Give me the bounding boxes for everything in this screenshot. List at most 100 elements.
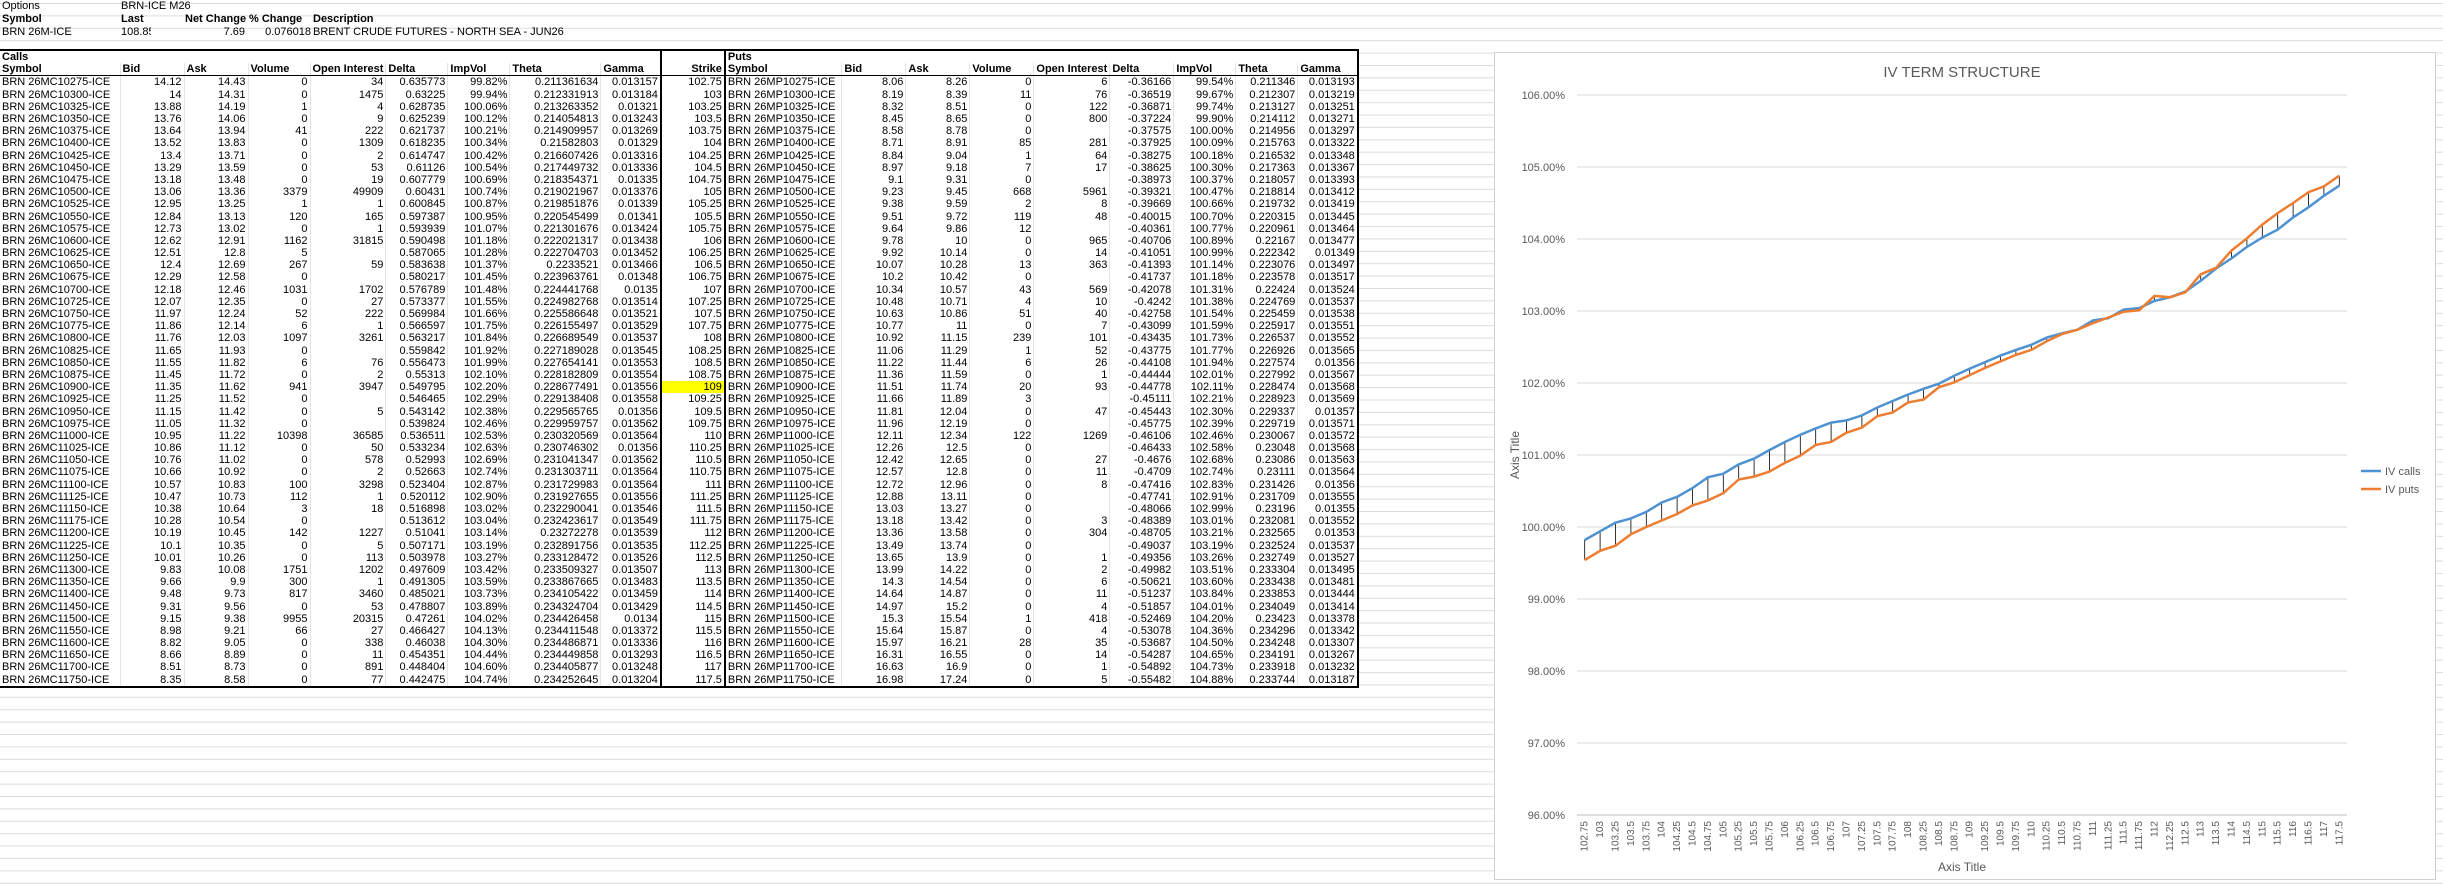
call-cell: 11.62 bbox=[184, 381, 249, 394]
put-cell: 11.15 bbox=[905, 332, 971, 345]
table-row[interactable]: BRN 26MC11450-ICE 9.31 9.56 0 53 0.478807 103.… bbox=[0, 600, 1359, 613]
strike-cell: 116 bbox=[659, 637, 726, 650]
call-cell: 101.55% bbox=[447, 295, 511, 308]
table-row[interactable]: BRN 26MC11400-ICE 9.48 9.73 817 3460 0.485021… bbox=[0, 588, 1359, 601]
put-cell: 0.222342 bbox=[1235, 247, 1299, 260]
table-row[interactable]: BRN 26MC11550-ICE 8.98 9.21 66 27 0.466427 104… bbox=[0, 624, 1359, 637]
put-cell: 102.30% bbox=[1173, 405, 1237, 418]
table-row[interactable]: BRN 26MC11125-ICE 10.47 10.73 112 1 0.520112 1… bbox=[0, 490, 1359, 503]
table-row[interactable]: BRN 26MC10525-ICE 12.95 13.25 1 1 0.600845 100… bbox=[0, 198, 1359, 211]
table-row[interactable]: BRN 26MC10425-ICE 13.4 13.71 0 2 0.614747 100.… bbox=[0, 149, 1359, 162]
table-row[interactable]: BRN 26MC11700-ICE 8.51 8.73 0 891 0.448404 104… bbox=[0, 661, 1359, 674]
table-row[interactable]: BRN 26MC10775-ICE 11.86 12.14 6 1 0.566597 101… bbox=[0, 320, 1359, 333]
table-row[interactable]: BRN 26MC10625-ICE 12.51 12.8 5 0.587065 101.2… bbox=[0, 247, 1359, 260]
call-cell: 13.02 bbox=[184, 222, 249, 235]
table-row[interactable]: BRN 26MC10575-ICE 12.73 13.02 0 1 0.593939 101… bbox=[0, 222, 1359, 235]
table-row[interactable]: BRN 26MC10925-ICE 11.25 11.52 0 0.546465 102.… bbox=[0, 393, 1359, 406]
table-row[interactable]: BRN 26MC10675-ICE 12.29 12.58 0 0.580217 101.… bbox=[0, 271, 1359, 284]
call-cell: 10.19 bbox=[120, 527, 185, 540]
iv-term-structure-chart[interactable]: IV TERM STRUCTURE 96.00% 97.00% 98.00% 99.00… bbox=[1494, 52, 2436, 880]
table-row[interactable]: BRN 26MC11200-ICE 10.19 10.45 142 1227 0.5104… bbox=[0, 527, 1359, 540]
table-row[interactable]: BRN 26MC10800-ICE 11.76 12.03 1097 3261 0.563… bbox=[0, 332, 1359, 345]
table-row[interactable]: BRN 26MC10475-ICE 13.18 13.48 0 19 0.607779 10… bbox=[0, 173, 1359, 187]
table-row[interactable]: BRN 26MC10350-ICE 13.76 14.06 0 9 0.625239 100… bbox=[0, 112, 1359, 126]
table-row[interactable]: BRN 26MC11750-ICE 8.35 8.58 0 77 0.442475 104.… bbox=[0, 673, 1359, 688]
table-row[interactable]: BRN 26MC11250-ICE 10.01 10.26 0 113 0.503978 1… bbox=[0, 551, 1359, 564]
table-row[interactable]: BRN 26MC10975-ICE 11.05 11.32 0 0.539824 102.… bbox=[0, 417, 1359, 430]
call-cell: 0.227189028 bbox=[509, 344, 602, 357]
call-cell: 9.05 bbox=[184, 637, 249, 650]
put-cell: 11.74 bbox=[905, 381, 971, 394]
table-row[interactable]: BRN 26MC11175-ICE 10.28 10.54 0 0.513612 103.… bbox=[0, 515, 1359, 528]
put-cell: 14.87 bbox=[905, 588, 971, 601]
table-row[interactable]: BRN 26MC10900-ICE 11.35 11.62 941 3947 0.5497… bbox=[0, 381, 1359, 394]
put-cell: 8 bbox=[1033, 198, 1111, 211]
call-cell: 0.219851876 bbox=[509, 198, 602, 211]
call-cell: 0.21582803 bbox=[509, 137, 602, 150]
table-row[interactable]: BRN 26MC10850-ICE 11.55 11.82 6 76 0.556473 10… bbox=[0, 356, 1359, 369]
table-row[interactable]: BRN 26MC10400-ICE 13.52 13.83 0 1309 0.618235… bbox=[0, 137, 1359, 150]
put-header-theta: Theta bbox=[1235, 63, 1299, 77]
table-row[interactable]: BRN 26MC11350-ICE 9.66 9.9 300 1 0.491305 103.… bbox=[0, 576, 1359, 589]
call-cell: 0.231729983 bbox=[509, 478, 602, 491]
table-row[interactable]: BRN 26MC11075-ICE 10.66 10.92 0 2 0.52663 102.… bbox=[0, 466, 1359, 479]
table-row[interactable]: BRN 26MC10725-ICE 12.07 12.35 0 27 0.573377 10… bbox=[0, 295, 1359, 308]
call-cell: 0 bbox=[248, 149, 311, 162]
table-row[interactable]: BRN 26MC11225-ICE 10.1 10.35 0 5 0.507171 103.… bbox=[0, 539, 1359, 552]
table-row[interactable]: BRN 26MC11650-ICE 8.66 8.89 0 11 0.454351 104.… bbox=[0, 649, 1359, 662]
call-cell: 20315 bbox=[310, 612, 387, 625]
table-row[interactable]: BRN 26MC11300-ICE 9.83 10.08 1751 1202 0.4976… bbox=[0, 563, 1359, 577]
x-tick-label: 113.5 bbox=[2211, 821, 2222, 846]
table-row[interactable]: BRN 26MC10700-ICE 12.18 12.46 1031 1702 0.576… bbox=[0, 283, 1359, 296]
table-row[interactable]: BRN 26MC10500-ICE 13.06 13.36 3379 49909 0.60… bbox=[0, 186, 1359, 199]
call-cell: 11.12 bbox=[184, 442, 249, 455]
put-cell: 0.23423 bbox=[1235, 612, 1299, 625]
call-cell: 11.86 bbox=[120, 320, 185, 333]
table-row[interactable]: BRN 26MC10550-ICE 12.84 13.13 120 165 0.59738… bbox=[0, 210, 1359, 223]
call-cell: 578 bbox=[310, 454, 387, 467]
table-row[interactable]: BRN 26MC10375-ICE 13.64 13.94 41 222 0.621737… bbox=[0, 125, 1359, 138]
put-cell: -0.48389 bbox=[1109, 515, 1175, 528]
call-cell: 0.233128472 bbox=[509, 551, 602, 564]
table-row[interactable]: BRN 26MC10650-ICE 12.4 12.69 267 59 0.583638 1… bbox=[0, 259, 1359, 272]
put-cell: -0.47741 bbox=[1109, 490, 1175, 503]
table-row[interactable]: BRN 26MC11600-ICE 8.82 9.05 0 338 0.46038 104.… bbox=[0, 637, 1359, 650]
table-row[interactable]: BRN 26MC11050-ICE 10.76 11.02 0 578 0.52993 10… bbox=[0, 454, 1359, 467]
call-cell: BRN 26MC11175-ICE bbox=[0, 515, 121, 528]
call-cell: 102.90% bbox=[447, 490, 511, 503]
call-cell: 12.14 bbox=[184, 320, 249, 333]
put-cell: 28 bbox=[969, 637, 1035, 650]
put-cell: 102.39% bbox=[1173, 417, 1237, 430]
call-cell: 0.229959757 bbox=[509, 417, 602, 430]
put-cell: 15.54 bbox=[905, 612, 971, 625]
table-row[interactable]: BRN 26MC10950-ICE 11.15 11.42 0 5 0.543142 102… bbox=[0, 405, 1359, 418]
put-header-impvol: ImpVol bbox=[1173, 63, 1237, 77]
table-row[interactable]: BRN 26MC11000-ICE 10.95 11.22 10398 36585 0.5… bbox=[0, 429, 1359, 442]
call-cell: 0.618235 bbox=[385, 137, 449, 150]
table-row[interactable]: BRN 26MC10275-ICE 14.12 14.43 0 34 0.635773 99… bbox=[0, 75, 1359, 89]
table-row[interactable]: BRN 26MC10600-ICE 12.62 12.91 1162 31815 0.59… bbox=[0, 234, 1359, 247]
x-tick-label: 117 bbox=[2319, 821, 2330, 837]
put-cell: 122 bbox=[1033, 100, 1111, 113]
call-cell: 13.76 bbox=[120, 112, 185, 126]
call-cell: 9.66 bbox=[120, 576, 185, 589]
call-cell: BRN 26MC10525-ICE bbox=[0, 198, 121, 211]
table-row[interactable]: BRN 26MC10325-ICE 13.88 14.19 1 4 0.628735 100… bbox=[0, 100, 1359, 113]
table-row[interactable]: BRN 26MC10825-ICE 11.65 11.93 0 0.559842 101.… bbox=[0, 344, 1359, 357]
put-cell: 0.233918 bbox=[1235, 661, 1299, 674]
table-row[interactable]: BRN 26MC10450-ICE 13.29 13.59 0 53 0.61126 100… bbox=[0, 161, 1359, 174]
call-cell: 10.76 bbox=[120, 454, 185, 467]
put-cell: 13 bbox=[969, 259, 1035, 272]
table-row[interactable]: BRN 26MC11100-ICE 10.57 10.83 100 3298 0.5234… bbox=[0, 478, 1359, 491]
table-row[interactable]: BRN 26MC11150-ICE 10.38 10.64 3 18 0.516898 10… bbox=[0, 502, 1359, 516]
table-row[interactable]: BRN 26MC10300-ICE 14 14.31 0 1475 0.63225 99.9… bbox=[0, 88, 1359, 101]
puts-title: Puts bbox=[724, 48, 1359, 64]
table-row[interactable]: BRN 26MC11025-ICE 10.86 11.12 0 50 0.533234 10… bbox=[0, 442, 1359, 455]
table-row[interactable]: BRN 26MC10750-ICE 11.97 12.24 52 222 0.569984… bbox=[0, 307, 1359, 321]
table-row[interactable]: BRN 26MC11500-ICE 9.15 9.38 9955 20315 0.4726… bbox=[0, 612, 1359, 625]
put-cell: 0 bbox=[969, 515, 1035, 528]
put-cell: 101.94% bbox=[1173, 356, 1237, 369]
table-row[interactable]: BRN 26MC10875-ICE 11.45 11.72 0 2 0.55313 102.… bbox=[0, 368, 1359, 382]
call-header-volume: Volume bbox=[248, 63, 311, 77]
call-cell: BRN 26MC10600-ICE bbox=[0, 234, 121, 247]
